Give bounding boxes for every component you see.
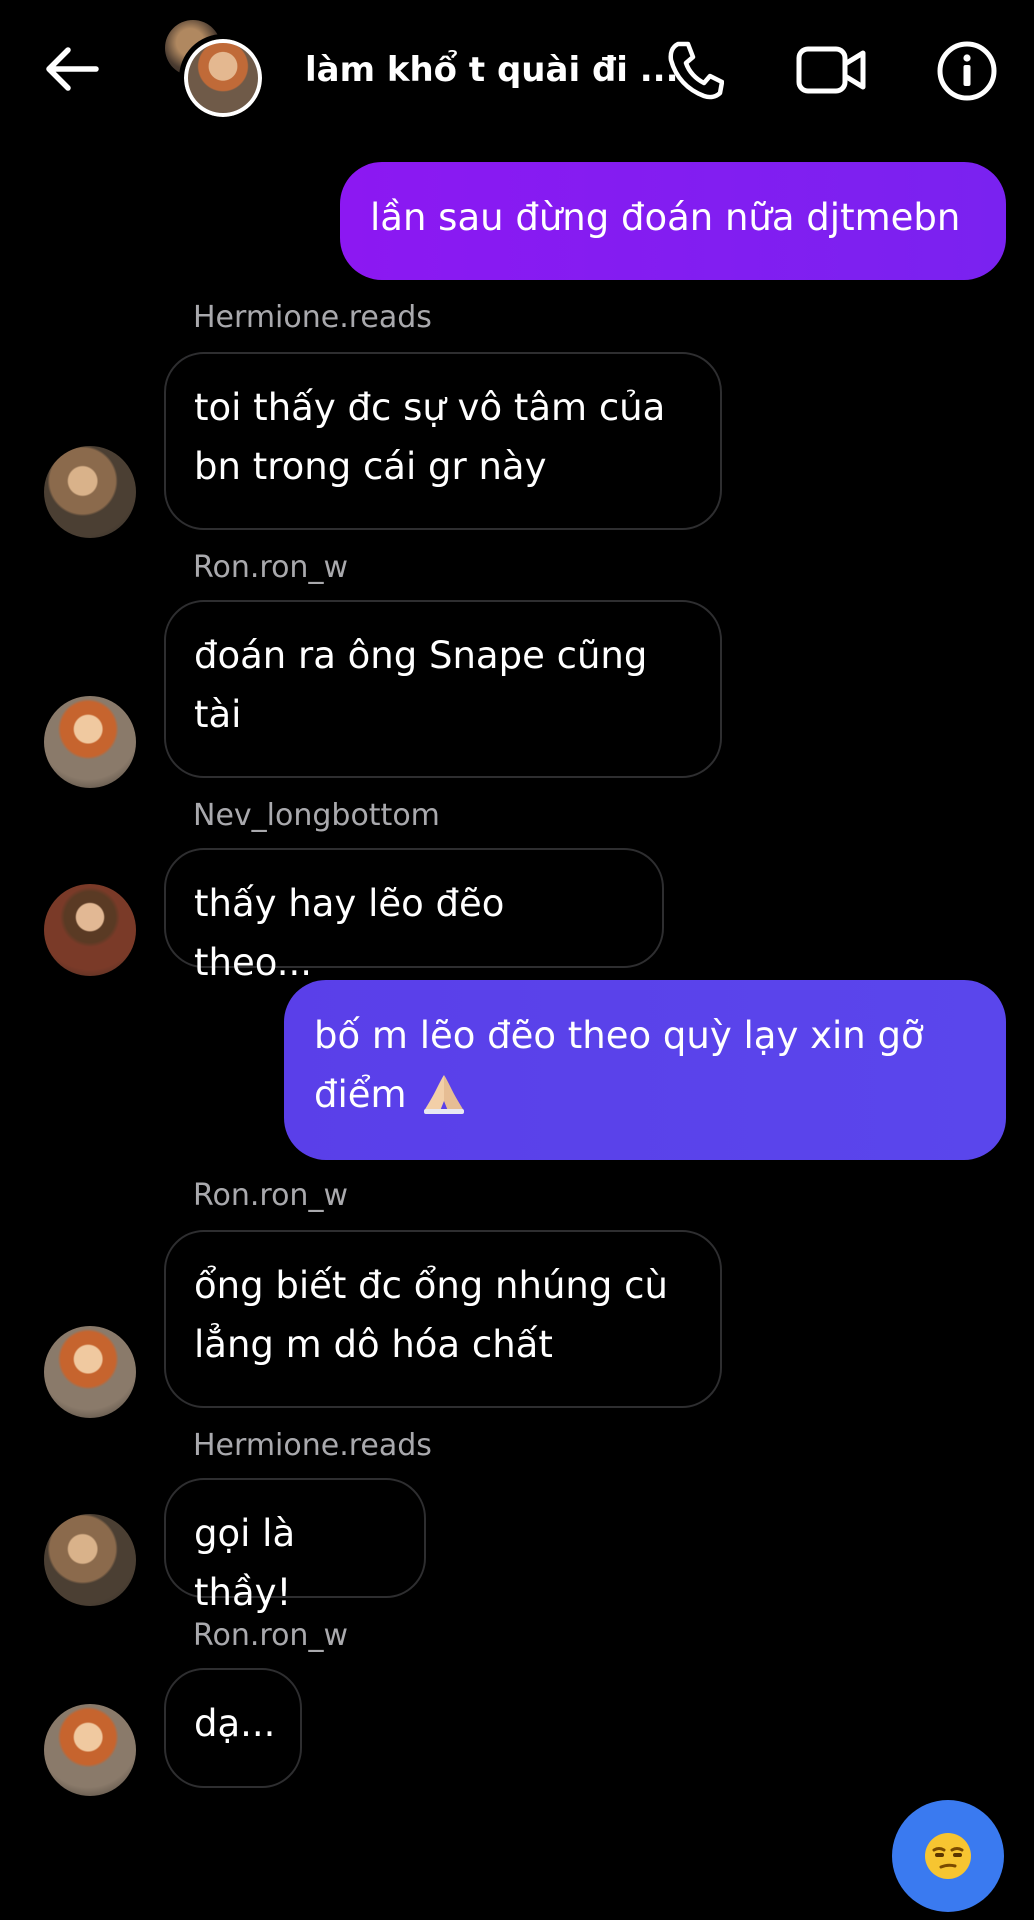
avatar[interactable] — [44, 1514, 136, 1606]
message-text: ổng biết đc ổng nhúng cù lẳng m dô hóa c… — [194, 1264, 668, 1366]
outgoing-message-bubble[interactable]: bố m lẽo đẽo theo quỳ lạy xin gỡ điểm — [284, 980, 1006, 1160]
message-text: dạ... — [194, 1702, 276, 1745]
sender-name: Ron.ron_w — [193, 1618, 348, 1653]
outgoing-message-bubble[interactable]: lần sau đừng đoán nữa djtmebn — [340, 162, 1006, 280]
back-arrow-icon[interactable] — [44, 44, 100, 94]
incoming-message-bubble[interactable]: đoán ra ông Snape cũng tài — [164, 600, 722, 778]
quick-reaction-button[interactable] — [892, 1800, 1004, 1912]
incoming-message-bubble[interactable]: dạ... — [164, 1668, 302, 1788]
avatar[interactable] — [44, 1704, 136, 1796]
incoming-message-bubble[interactable]: thấy hay lẽo đẽo theo... — [164, 848, 664, 984]
sender-name: Hermione.reads — [193, 300, 432, 335]
avatar[interactable] — [44, 1326, 136, 1418]
unamused-face-emoji-icon — [925, 1833, 971, 1879]
incoming-message-bubble[interactable]: toi thấy đc sự vô tâm của bn trong cái g… — [164, 352, 722, 530]
sender-name: Ron.ron_w — [193, 1178, 348, 1213]
chat-title[interactable]: làm khổ t quài đi ... — [305, 50, 679, 90]
incoming-message-bubble[interactable]: gọi là thầy! — [164, 1478, 426, 1614]
incoming-message-bubble[interactable]: ổng biết đc ổng nhúng cù lẳng m dô hóa c… — [164, 1230, 722, 1408]
info-icon[interactable] — [936, 40, 998, 102]
chat-header: làm khổ t quài đi ... — [0, 0, 1034, 140]
folded-hands-emoji-icon — [424, 1075, 465, 1114]
message-text: lần sau đừng đoán nữa djtmebn — [370, 196, 961, 239]
sender-name: Hermione.reads — [193, 1428, 432, 1463]
video-camera-icon[interactable] — [796, 44, 868, 96]
sender-name: Ron.ron_w — [193, 550, 348, 585]
avatar[interactable] — [44, 446, 136, 538]
message-text: đoán ra ông Snape cũng tài — [194, 634, 648, 736]
phone-icon[interactable] — [666, 38, 724, 100]
group-avatar[interactable] — [165, 20, 267, 122]
avatar — [179, 34, 267, 122]
message-text: gọi là thầy! — [194, 1512, 296, 1614]
sender-name: Nev_longbottom — [193, 798, 440, 833]
avatar[interactable] — [44, 884, 136, 976]
message-text: thấy hay lẽo đẽo theo... — [194, 882, 505, 984]
message-text: bố m lẽo đẽo theo quỳ lạy xin gỡ điểm — [314, 1014, 924, 1116]
message-text: toi thấy đc sự vô tâm của bn trong cái g… — [194, 386, 666, 488]
avatar[interactable] — [44, 696, 136, 788]
